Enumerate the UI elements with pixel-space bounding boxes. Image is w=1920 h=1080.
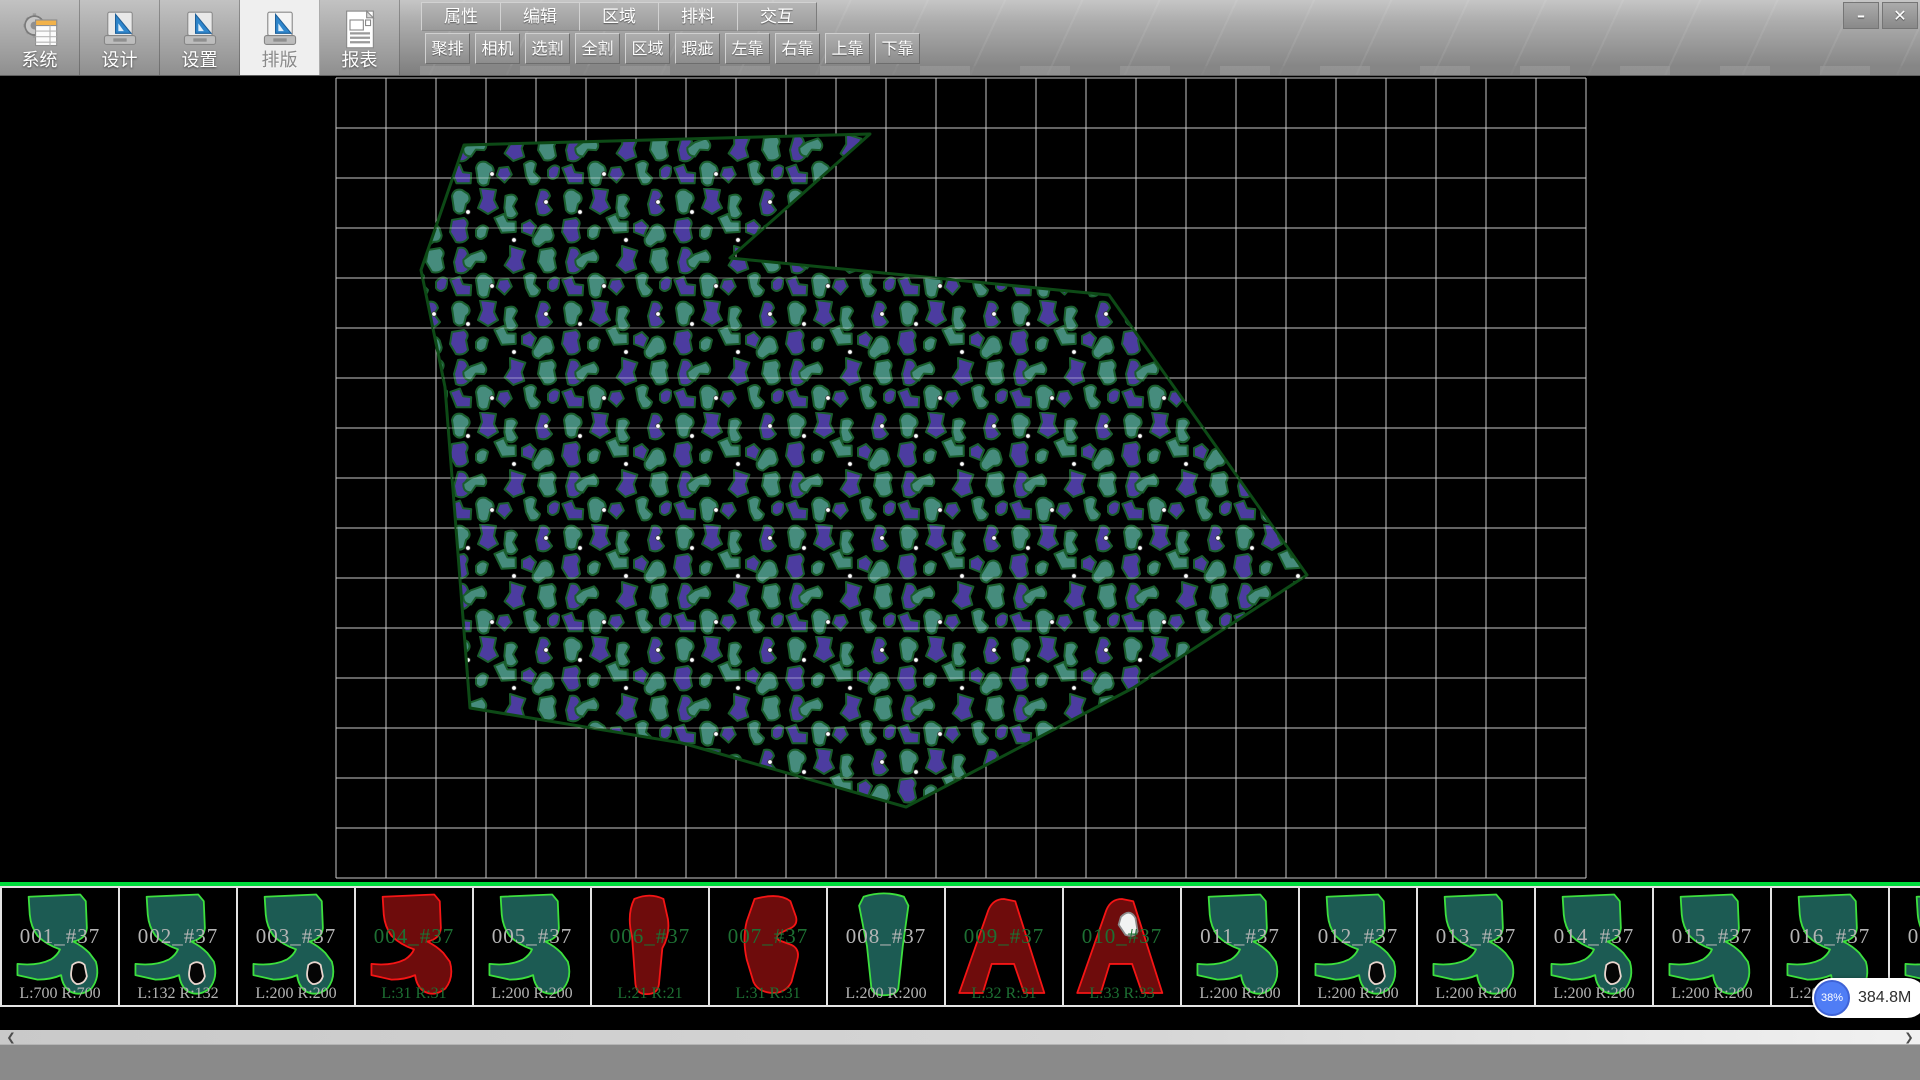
piece-id-label: 009_#37 bbox=[946, 924, 1062, 949]
piece-count-label: L:31 R:31 bbox=[710, 985, 826, 1003]
piece-id-label: 003_#37 bbox=[238, 924, 354, 949]
piece-count-label: L:200 R:200 bbox=[474, 985, 590, 1003]
piece-count-label: L:200 R:200 bbox=[1418, 985, 1534, 1003]
btn-defect[interactable]: 瑕疵 bbox=[675, 33, 720, 64]
btn-cluster-nest[interactable]: 聚排 bbox=[425, 33, 470, 64]
piece-id-label: 005_#37 bbox=[474, 924, 590, 949]
piece-count-label: L:31 R:31 bbox=[356, 985, 472, 1003]
leather-hide[interactable] bbox=[421, 134, 1307, 807]
progress-badge[interactable]: 38% 384.8M bbox=[1812, 978, 1920, 1018]
piece-id-label: 008_#37 bbox=[828, 924, 944, 949]
thumbnail-cell[interactable]: 014_#37 L:200 R:200 bbox=[1534, 886, 1654, 1007]
tab-nesting[interactable]: 排料 bbox=[658, 2, 738, 31]
btn-select-cut[interactable]: 选割 bbox=[525, 33, 570, 64]
minimize-button[interactable]: – bbox=[1843, 2, 1879, 29]
btn-align-bottom[interactable]: 下靠 bbox=[875, 33, 920, 64]
piece-count-label: L:200 R:200 bbox=[1654, 985, 1770, 1003]
nav-layout[interactable]: 排版 bbox=[240, 0, 320, 75]
tab-region[interactable]: 区域 bbox=[579, 2, 659, 31]
menu-tab-row: 属性 编辑 区域 排料 交互 bbox=[422, 2, 817, 31]
nav-system[interactable]: 系统 bbox=[0, 0, 80, 75]
piece-id-label: 012_#37 bbox=[1300, 924, 1416, 949]
nesting-canvas[interactable] bbox=[0, 76, 1920, 882]
thumbnail-cell[interactable]: 009_#37 L:32 R:31 bbox=[944, 886, 1064, 1007]
thumbnail-cell[interactable]: 011_#37 L:200 R:200 bbox=[1180, 886, 1300, 1007]
thumbnail-cell[interactable]: 008_#37 L:200 R:200 bbox=[826, 886, 946, 1007]
piece-id-label: 013_#37 bbox=[1418, 924, 1534, 949]
btn-cut-all[interactable]: 全割 bbox=[575, 33, 620, 64]
scroll-left-arrow-icon[interactable]: ❮ bbox=[2, 1030, 20, 1044]
progress-percent-circle: 38% bbox=[1814, 980, 1850, 1016]
memory-value: 384.8M bbox=[1858, 989, 1911, 1007]
thumbnail-cell[interactable]: 005_#37 L:200 R:200 bbox=[472, 886, 592, 1007]
piece-count-label: L:200 R:200 bbox=[1182, 985, 1298, 1003]
piece-count-label: L:132 R:132 bbox=[120, 985, 236, 1003]
nav-report[interactable]: 报表 bbox=[320, 0, 400, 75]
btn-camera[interactable]: 相机 bbox=[475, 33, 520, 64]
thumbnail-cell[interactable]: 006_#37 L:21 R:21 bbox=[590, 886, 710, 1007]
tab-attributes[interactable]: 属性 bbox=[421, 2, 501, 31]
nav-system-label: 系统 bbox=[22, 51, 58, 71]
btn-align-left[interactable]: 左靠 bbox=[725, 33, 770, 64]
piece-id-label: 017_#37 bbox=[1890, 924, 1920, 949]
piece-count-label: L:700 R:700 bbox=[2, 985, 118, 1003]
piece-id-label: 006_#37 bbox=[592, 924, 708, 949]
piece-id-label: 015_#37 bbox=[1654, 924, 1770, 949]
tool-button-row: 聚排 相机 选割 全割 区域 瑕疵 左靠 右靠 上靠 下靠 bbox=[425, 33, 920, 64]
piece-id-label: 014_#37 bbox=[1536, 924, 1652, 949]
piece-id-label: 001_#37 bbox=[2, 924, 118, 949]
piece-count-label: L:200 R:200 bbox=[1300, 985, 1416, 1003]
nav-settings[interactable]: 设置 bbox=[160, 0, 240, 75]
toolbar-bottom-segments bbox=[420, 66, 1920, 75]
thumbnail-cell[interactable]: 013_#37 L:200 R:200 bbox=[1416, 886, 1536, 1007]
piece-id-label: 002_#37 bbox=[120, 924, 236, 949]
thumbnail-cell[interactable]: 007_#37 L:31 R:31 bbox=[708, 886, 828, 1007]
piece-count-label: L:200 R:200 bbox=[828, 985, 944, 1003]
nav-design[interactable]: 设计 bbox=[80, 0, 160, 75]
piece-count-label: L:200 R:200 bbox=[1536, 985, 1652, 1003]
nav-report-label: 报表 bbox=[342, 51, 378, 71]
piece-id-label: 007_#37 bbox=[710, 924, 826, 949]
nav-design-label: 设计 bbox=[102, 51, 138, 71]
thumbnail-cell[interactable]: 004_#37 L:31 R:31 bbox=[354, 886, 474, 1007]
report-icon bbox=[340, 10, 380, 50]
layout-icon bbox=[260, 10, 300, 50]
piece-id-label: 004_#37 bbox=[356, 924, 472, 949]
piece-count-label: L:21 R:21 bbox=[592, 985, 708, 1003]
window-controls: – ✕ bbox=[1843, 2, 1918, 29]
thumbnail-cell[interactable]: 003_#37 L:200 R:200 bbox=[236, 886, 356, 1007]
thumbnail-cell[interactable]: 015_#37 L:200 R:200 bbox=[1652, 886, 1772, 1007]
btn-align-right[interactable]: 右靠 bbox=[775, 33, 820, 64]
canvas-svg bbox=[0, 76, 1920, 882]
piece-id-label: 010_#37 bbox=[1064, 924, 1180, 949]
btn-region[interactable]: 区域 bbox=[625, 33, 670, 64]
horizontal-scrollbar[interactable]: ❮ ❯ bbox=[0, 1030, 1920, 1044]
thumbnail-cell[interactable]: 001_#37 L:700 R:700 bbox=[0, 886, 120, 1007]
piece-id-label: 011_#37 bbox=[1182, 924, 1298, 949]
piece-id-label: 016_#37 bbox=[1772, 924, 1888, 949]
thumbnail-cell[interactable]: 002_#37 L:132 R:132 bbox=[118, 886, 238, 1007]
system-icon bbox=[20, 10, 60, 50]
thumbnail-cell[interactable]: 012_#37 L:200 R:200 bbox=[1298, 886, 1418, 1007]
scroll-right-arrow-icon[interactable]: ❯ bbox=[1900, 1030, 1918, 1044]
btn-align-top[interactable]: 上靠 bbox=[825, 33, 870, 64]
status-bar bbox=[0, 1044, 1920, 1080]
piece-count-label: L:200 R:200 bbox=[238, 985, 354, 1003]
tab-interaction[interactable]: 交互 bbox=[737, 2, 817, 31]
piece-count-label: L:33 R:33 bbox=[1064, 985, 1180, 1003]
top-toolbar: 系统 设计 设置 bbox=[0, 0, 1920, 76]
piece-count-label: L:32 R:31 bbox=[946, 985, 1062, 1003]
piece-thumbnail-strip: 001_#37 L:700 R:700 002_#37 L:132 R:132 … bbox=[0, 882, 1920, 1030]
nav-layout-label: 排版 bbox=[262, 51, 298, 71]
thumbnail-cell[interactable]: 010_#37 L:33 R:33 bbox=[1062, 886, 1182, 1007]
settings-icon bbox=[180, 10, 220, 50]
design-icon bbox=[100, 10, 140, 50]
main-nav: 系统 设计 设置 bbox=[0, 0, 400, 75]
close-button[interactable]: ✕ bbox=[1882, 2, 1918, 29]
nav-settings-label: 设置 bbox=[182, 51, 218, 71]
tab-edit[interactable]: 编辑 bbox=[500, 2, 580, 31]
